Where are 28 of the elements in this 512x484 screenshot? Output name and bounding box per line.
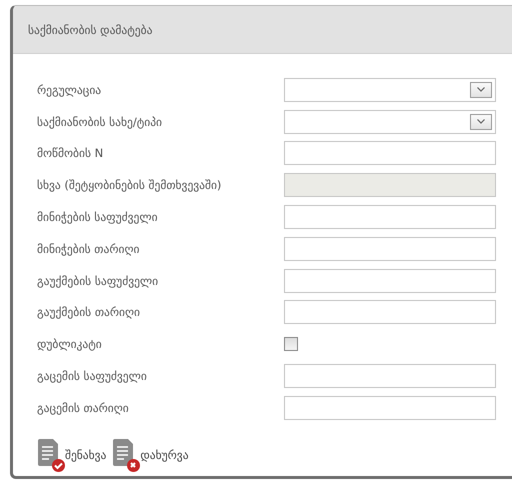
field-label: მოწმობის N bbox=[37, 146, 104, 160]
close-button[interactable]: დახურვა bbox=[140, 448, 189, 462]
input-field[interactable] bbox=[284, 268, 496, 293]
document-check-icon bbox=[37, 438, 65, 472]
save-button[interactable]: შენახვა bbox=[65, 448, 106, 462]
document-cross-icon bbox=[112, 438, 140, 472]
chevron-down-icon bbox=[477, 119, 485, 124]
dialog-title: საქმიანობის დამატება bbox=[28, 22, 152, 36]
input-field[interactable] bbox=[284, 205, 496, 230]
field-label: გაცემის საფუძველი bbox=[37, 369, 148, 384]
field-label: გაუქმების თარიღი bbox=[37, 305, 141, 320]
field-label: გაცემის თარიღი bbox=[37, 400, 130, 415]
input-field[interactable] bbox=[284, 396, 496, 420]
dropdown-field[interactable] bbox=[284, 78, 496, 102]
input-field[interactable] bbox=[284, 364, 496, 388]
checkbox[interactable] bbox=[284, 337, 298, 352]
field-label: მინიჭების საფუძველი bbox=[37, 210, 159, 224]
input-field[interactable] bbox=[284, 236, 496, 261]
field-label: მინიჭების თარიღი bbox=[37, 242, 140, 256]
field-label: სხვა (შეტყობინების შემთხვევაში) bbox=[37, 178, 222, 192]
input-field[interactable] bbox=[284, 141, 496, 166]
chevron-down-icon bbox=[477, 87, 485, 92]
dropdown-field[interactable] bbox=[284, 110, 496, 134]
field-label: რეგულაცია bbox=[37, 82, 102, 97]
input-field[interactable] bbox=[284, 300, 496, 324]
field-label: დუბლიკატი bbox=[37, 337, 103, 352]
field-label: საქმიანობის სახე/ტიპი bbox=[37, 114, 164, 129]
field-label: გაუქმების საფუძველი bbox=[37, 274, 160, 288]
